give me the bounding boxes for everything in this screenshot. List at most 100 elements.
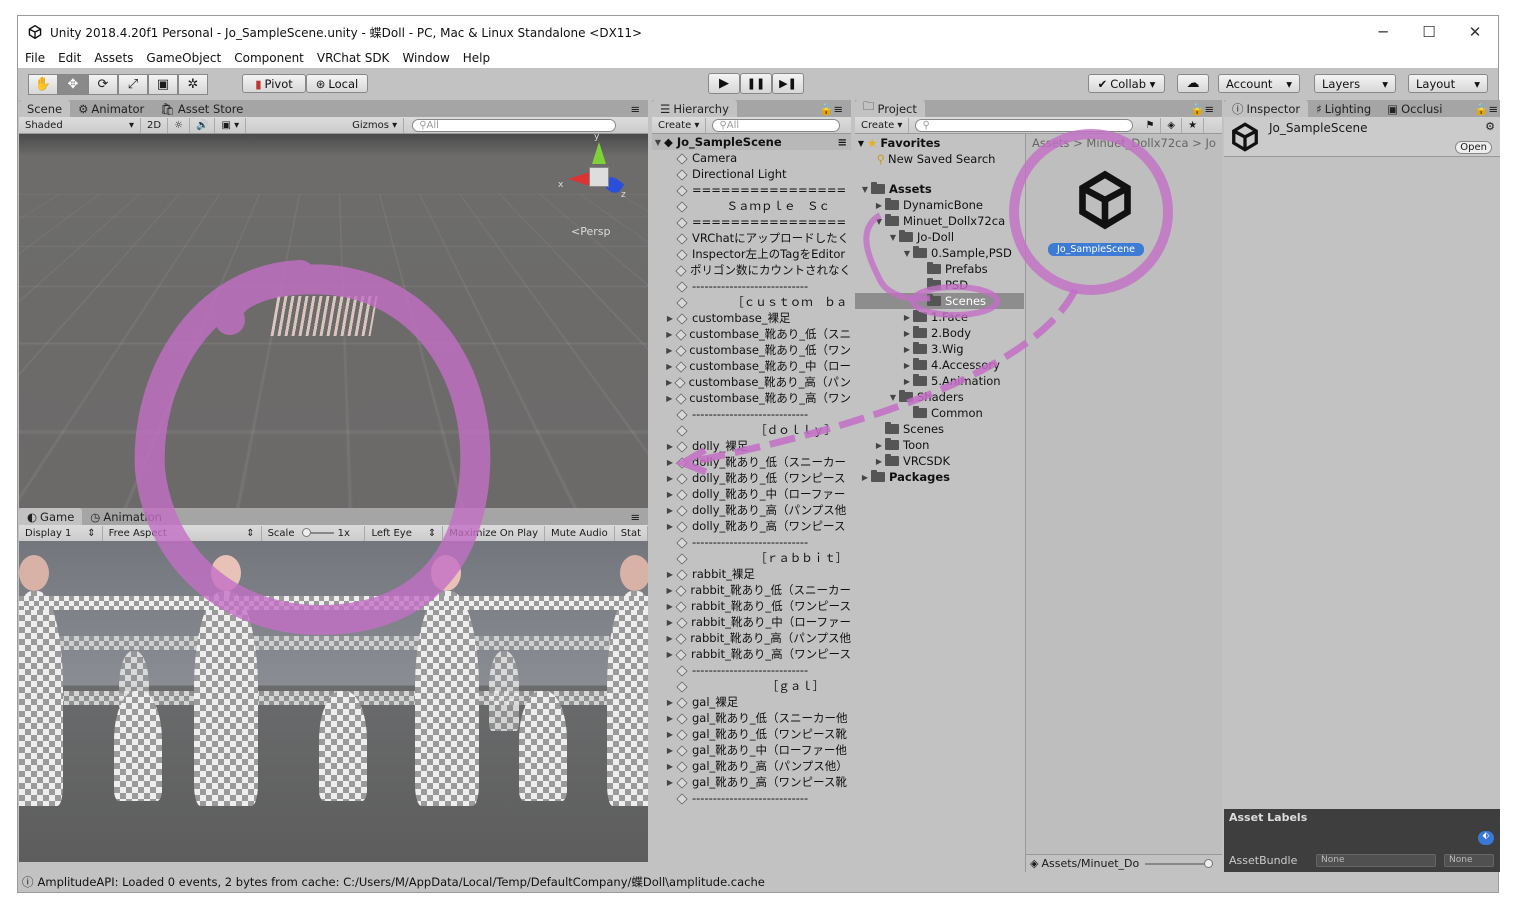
tab-scene[interactable]: Scene: [19, 100, 70, 117]
project-folder-row[interactable]: ▼ 0.Sample,PSD: [855, 245, 1024, 261]
project-folder-row[interactable]: Prefabs: [855, 261, 1024, 277]
project-folder-row[interactable]: ▶ 5.Animation: [855, 373, 1024, 389]
menu-assets[interactable]: Assets: [94, 51, 133, 65]
hierarchy-row[interactable]: ［ｇａｌ］: [652, 678, 851, 694]
hierarchy-row[interactable]: ▶ custombase_靴あり_高（パン: [652, 374, 851, 390]
effects-toggle-icon[interactable]: ▣ ▾: [215, 118, 246, 133]
hierarchy-row[interactable]: ================: [652, 214, 851, 230]
asset-variant-dropdown[interactable]: None: [1444, 854, 1494, 867]
project-folder-row[interactable]: ▶ 3.Wig: [855, 341, 1024, 357]
tab-animation[interactable]: ◷ Animation: [82, 508, 170, 525]
panel-menu-icon[interactable]: ≡: [622, 100, 648, 117]
local-toggle[interactable]: ⊛ Local: [306, 74, 368, 93]
hierarchy-row[interactable]: ▶ dolly_靴あり_低（ワンピース: [652, 470, 851, 486]
hierarchy-row[interactable]: ▶ gal_靴あり_中（ローファー他: [652, 742, 851, 758]
project-folder-row[interactable]: Scenes: [855, 421, 1024, 437]
hierarchy-row[interactable]: ▶ dolly_靴あり_高（パンプス他: [652, 502, 851, 518]
rotate-tool-icon[interactable]: ⟳: [88, 74, 118, 95]
hierarchy-row[interactable]: ▶ rabbit_裸足: [652, 566, 851, 582]
gizmos-dropdown[interactable]: Gizmos ▾: [346, 118, 404, 133]
layout-dropdown[interactable]: Layout ▾: [1408, 74, 1488, 93]
tab-asset-store[interactable]: 🛍 Asset Store: [152, 100, 251, 117]
hierarchy-row[interactable]: ▶ custombase_靴あり_中（ロー: [652, 358, 851, 374]
hierarchy-row[interactable]: ［ｃｕｓｔｏｍ ｂａ: [652, 294, 851, 310]
hierarchy-row[interactable]: ▶ custombase_靴あり_低（ワン: [652, 342, 851, 358]
menu-component[interactable]: Component: [234, 51, 304, 65]
account-dropdown[interactable]: Account ▾: [1218, 74, 1300, 93]
project-folder-row[interactable]: ▶ 2.Body: [855, 325, 1024, 341]
lock-icon[interactable]: 🔒≡: [1472, 100, 1500, 117]
scene-viewport[interactable]: y x z <Persp: [19, 134, 648, 508]
label-tag-icon[interactable]: ⬖: [1478, 831, 1494, 845]
scale-tool-icon[interactable]: ⤢: [118, 74, 148, 95]
eye-dropdown[interactable]: Left Eye ⇕: [365, 526, 443, 541]
asset-jo-samplescene[interactable]: Jo_SampleScene: [1048, 170, 1144, 256]
hierarchy-row[interactable]: ▶ dolly_裸足: [652, 438, 851, 454]
scene-search-input[interactable]: ⚲ All: [412, 119, 616, 132]
play-button[interactable]: ▶: [708, 73, 740, 94]
project-folder-row[interactable]: Scenes: [855, 293, 1024, 309]
favorites-row[interactable]: ▼ ★ Favorites: [855, 135, 1024, 151]
display-dropdown[interactable]: Display 1 ⇕: [19, 526, 103, 541]
project-folder-row[interactable]: ▼ Jo-Doll: [855, 229, 1024, 245]
hierarchy-row[interactable]: Inspector左上のTagをEditor: [652, 246, 851, 262]
hierarchy-row[interactable]: VRChatにアップロードしたく: [652, 230, 851, 246]
pivot-toggle[interactable]: ▮ Pivot: [242, 74, 306, 93]
project-search-input[interactable]: ⚲: [915, 119, 1133, 132]
scene-root-row[interactable]: ▼ ◆ Jo_SampleScene ≡: [652, 134, 851, 150]
hierarchy-row[interactable]: ▶ dolly_靴あり_中（ローファー: [652, 486, 851, 502]
menu-edit[interactable]: Edit: [58, 51, 81, 65]
hierarchy-create-dropdown[interactable]: Create ▾: [652, 118, 706, 133]
hierarchy-row[interactable]: ▶ gal_靴あり_低（ワンピース靴: [652, 726, 851, 742]
project-folder-row[interactable]: ▶ Packages: [855, 469, 1024, 485]
hand-tool-icon[interactable]: ✋: [28, 74, 58, 95]
tab-game[interactable]: ◐ Game: [19, 508, 82, 525]
tab-inspector[interactable]: ⓘ Inspector: [1224, 100, 1308, 117]
open-button[interactable]: Open: [1455, 141, 1492, 154]
hierarchy-row[interactable]: Camera: [652, 150, 851, 166]
shading-mode-dropdown[interactable]: Shaded ▾: [19, 118, 141, 133]
breadcrumb-minuet[interactable]: Minuet_Dollx72ca: [1086, 136, 1188, 150]
menu-vrchat-sdk[interactable]: VRChat SDK: [317, 51, 390, 65]
hierarchy-row[interactable]: ----------------------------: [652, 278, 851, 294]
hierarchy-row[interactable]: ----------------------------: [652, 790, 851, 806]
hierarchy-row[interactable]: ［ｄｏｌｌｙ］: [652, 422, 851, 438]
2d-toggle[interactable]: 2D: [141, 118, 168, 133]
tab-hierarchy[interactable]: ☰ Hierarchy: [652, 100, 737, 117]
hierarchy-row[interactable]: ▶ rabbit_靴あり_低（スニーカー: [652, 582, 851, 598]
layers-dropdown[interactable]: Layers ▾: [1314, 74, 1396, 93]
hierarchy-row[interactable]: ▶ custombase_裸足: [652, 310, 851, 326]
project-folder-row[interactable]: ▶ DynamicBone: [855, 197, 1024, 213]
maximize-button[interactable]: ☐: [1406, 16, 1452, 48]
collab-dropdown[interactable]: ✔ Collab ▾: [1088, 74, 1165, 93]
hierarchy-row[interactable]: ポリゴン数にカウントされなく: [652, 262, 851, 278]
hierarchy-row[interactable]: ▶ dolly_靴あり_高（ワンピース: [652, 518, 851, 534]
scale-slider[interactable]: Scale 1x: [262, 526, 366, 541]
hierarchy-search-input[interactable]: ⚲ All: [712, 119, 840, 132]
asset-bundle-dropdown[interactable]: None: [1316, 854, 1436, 867]
status-bar[interactable]: ⓘ AmplitudeAPI: Loaded 0 events, 2 bytes…: [18, 872, 1498, 892]
lighting-toggle-icon[interactable]: ☼: [168, 118, 190, 133]
menu-gameobject[interactable]: GameObject: [146, 51, 221, 65]
hierarchy-row[interactable]: Directional Light: [652, 166, 851, 182]
pause-button[interactable]: ❚❚: [740, 73, 772, 94]
project-create-dropdown[interactable]: Create ▾: [855, 118, 909, 133]
minimize-button[interactable]: ─: [1360, 16, 1406, 48]
hierarchy-row[interactable]: ▶ custombase_靴あり_高（ワン: [652, 390, 851, 406]
project-folder-row[interactable]: Common: [855, 405, 1024, 421]
tab-animator[interactable]: ⚙ Animator: [70, 100, 152, 117]
hierarchy-row[interactable]: ----------------------------: [652, 406, 851, 422]
rect-tool-icon[interactable]: ▣: [148, 74, 178, 95]
hierarchy-row[interactable]: ▶ gal_靴あり_高（パンプス他）: [652, 758, 851, 774]
filter-label-icon[interactable]: ◈: [1161, 118, 1182, 133]
game-viewport[interactable]: [19, 541, 648, 862]
move-tool-icon[interactable]: ✥: [58, 74, 88, 95]
saved-search-row[interactable]: ⚲ New Saved Search: [855, 151, 1024, 167]
breadcrumb-assets[interactable]: Assets: [1032, 136, 1069, 150]
close-button[interactable]: ✕: [1452, 16, 1498, 48]
menu-file[interactable]: File: [25, 51, 45, 65]
hierarchy-row[interactable]: ［ｒａｂｂｉｔ］: [652, 550, 851, 566]
hierarchy-row[interactable]: ▶ rabbit_靴あり_低（ワンピース: [652, 598, 851, 614]
hierarchy-row[interactable]: ----------------------------: [652, 662, 851, 678]
aspect-dropdown[interactable]: Free Aspect ⇕: [103, 526, 262, 541]
